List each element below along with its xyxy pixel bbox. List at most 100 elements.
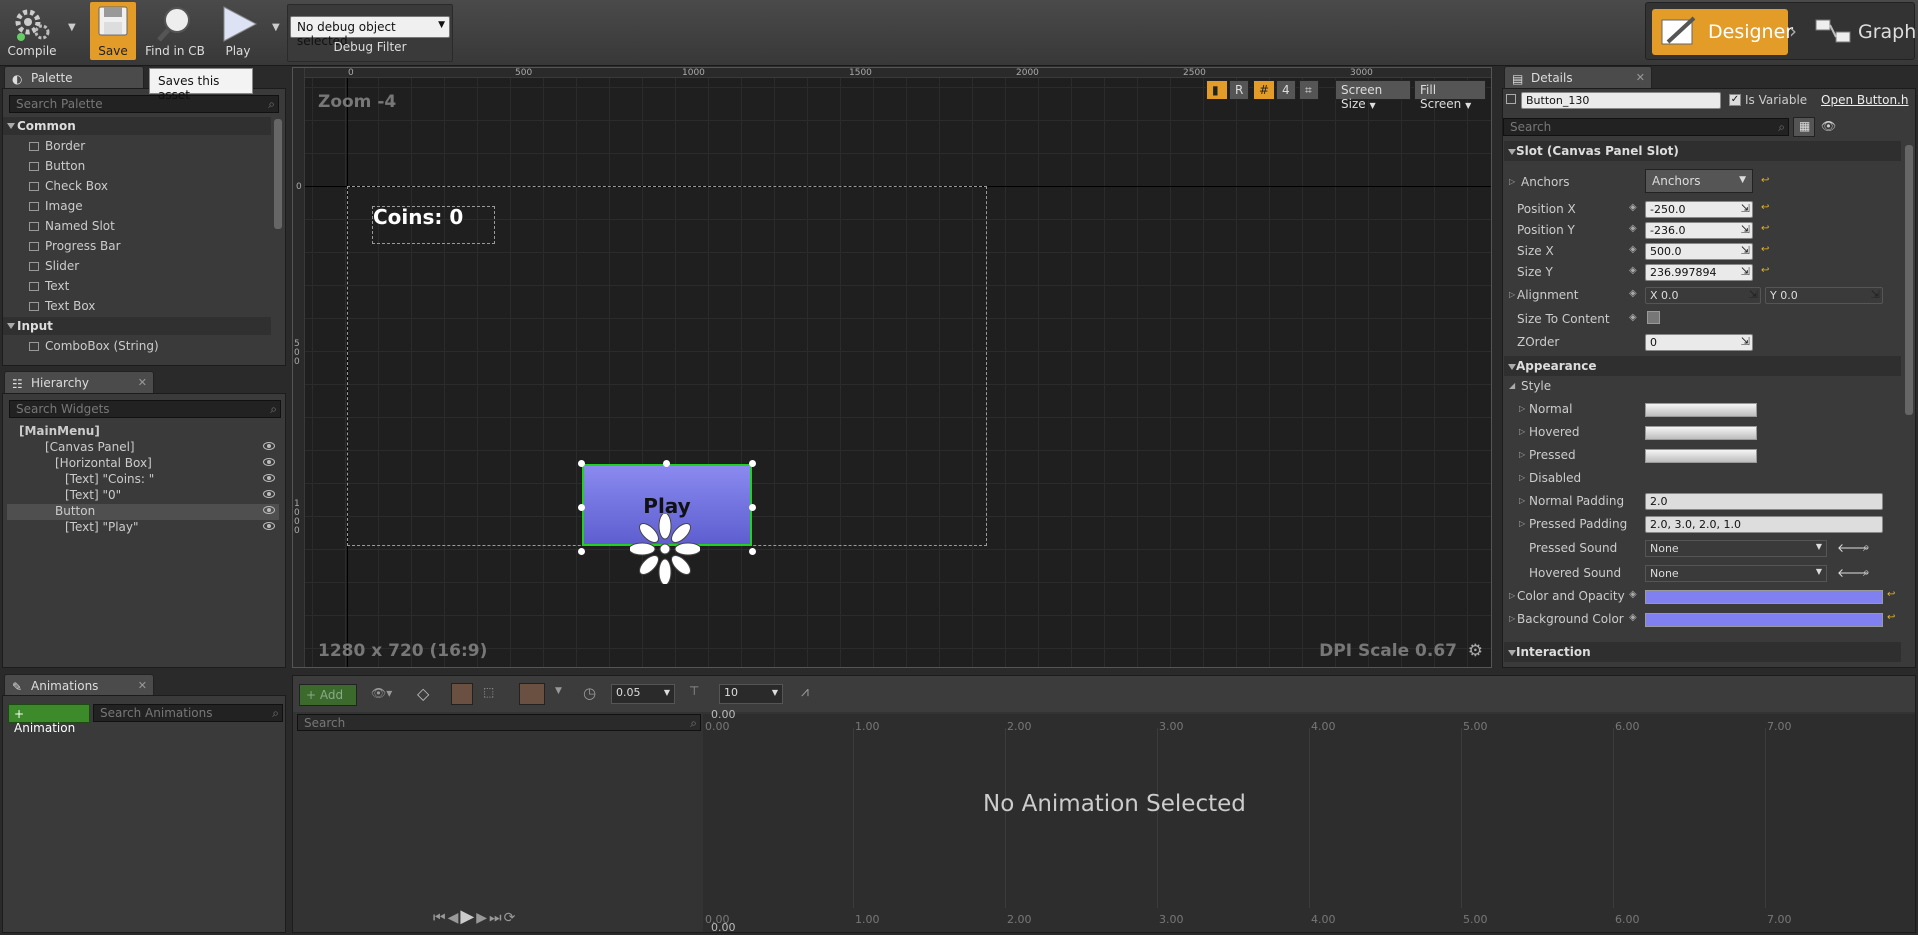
expand-arrow-icon[interactable]: ▷ [1519, 427, 1525, 436]
view-options-eye-icon[interactable]: 👁 [1821, 119, 1836, 133]
expand-arrow-icon[interactable]: ▷ [1509, 591, 1515, 600]
details-scrollbar[interactable] [1905, 145, 1913, 415]
play-icon[interactable]: ▶ [460, 906, 476, 927]
screen-size-dropdown[interactable]: Screen Size ▼ [1335, 80, 1411, 111]
palette-item-progress-bar[interactable]: Progress Bar [29, 239, 121, 253]
resize-handle[interactable] [578, 504, 585, 511]
add-animation-button[interactable]: + Animation [8, 704, 90, 735]
eye-icon[interactable] [263, 506, 275, 514]
palette-search-input[interactable]: Search Palette ⌕ [9, 95, 279, 113]
reset-icon[interactable]: ↩ [1887, 612, 1895, 623]
palette-item-text[interactable]: Text [29, 279, 69, 293]
bind-icon[interactable]: ◈ [1629, 265, 1637, 276]
respect-locks-toggle[interactable]: ⌗ [1299, 80, 1319, 100]
reset-icon[interactable]: ↩ [1761, 244, 1769, 255]
palette-item-slider[interactable]: Slider [29, 259, 79, 273]
grid-snap-value[interactable]: 4 [1276, 80, 1296, 100]
play-options-dropdown[interactable]: ▼ [272, 22, 282, 36]
palette-item-image[interactable]: Image [29, 199, 83, 213]
save-button[interactable]: Save [90, 2, 136, 60]
reset-icon[interactable]: ↩ [1761, 175, 1769, 186]
tab-animations[interactable]: ✎ Animations ✕ [4, 674, 154, 696]
pressed-padding-input[interactable]: 2.0, 3.0, 2.0, 1.0 [1645, 516, 1883, 533]
eye-icon[interactable] [263, 458, 275, 466]
fill-screen-dropdown[interactable]: Fill Screen ▼ [1414, 80, 1486, 111]
jump-start-icon[interactable]: ⏮ [433, 910, 448, 926]
color-opacity-swatch[interactable] [1645, 590, 1883, 604]
find-in-cb-button[interactable]: Find in CB [142, 2, 208, 60]
palette-item-check-box[interactable]: Check Box [29, 179, 108, 193]
alignment-y-input[interactable]: Y 0.0 [1765, 287, 1883, 304]
dpi-settings-gear-icon[interactable]: ⚙ [1468, 641, 1483, 661]
palette-item-text-box[interactable]: Text Box [29, 299, 95, 313]
palette-category-input[interactable]: Input [3, 317, 271, 335]
bind-icon[interactable]: ◈ [1629, 244, 1637, 255]
resize-handle[interactable] [578, 460, 585, 467]
grid-snap-toggle[interactable]: # [1253, 80, 1275, 100]
keyframe-diamond-icon[interactable]: ◇ [417, 684, 429, 703]
expand-arrow-icon[interactable]: ▷ [1519, 450, 1525, 459]
slot-section-header[interactable]: Slot (Canvas Panel Slot) [1504, 141, 1901, 161]
tab-hierarchy[interactable]: ☷ Hierarchy ✕ [4, 371, 154, 393]
jump-end-icon[interactable]: ⏭ [489, 910, 504, 926]
selection-icon[interactable]: ⬚ [483, 685, 494, 699]
step-forward-icon[interactable]: ▶ [476, 910, 489, 926]
normal-padding-input[interactable]: 2.0 [1645, 493, 1883, 510]
loop-icon[interactable]: ⟳ [504, 910, 518, 926]
designer-mode-button[interactable]: Designer [1652, 9, 1793, 55]
compile-button[interactable]: Compile [4, 2, 60, 60]
open-header-link[interactable]: Open Button.h [1821, 93, 1908, 107]
reset-icon[interactable]: ↩ [1887, 589, 1895, 600]
hovered-sound-dropdown[interactable]: None ▼ [1645, 565, 1827, 582]
position-y-input[interactable]: -236.0 [1645, 222, 1753, 239]
graph-mode-button[interactable]: Graph [1806, 9, 1916, 55]
tab-details[interactable]: ▤ Details ✕ [1504, 66, 1652, 88]
designer-viewport[interactable]: 0 500 1000 1500 2000 2500 3000 0 500 100… [292, 67, 1492, 668]
is-variable-checkbox[interactable]: ✓ [1729, 94, 1741, 106]
hierarchy-row-text-play[interactable]: [Text] "Play" [7, 520, 279, 536]
bind-icon[interactable]: ◈ [1629, 612, 1637, 623]
hovered-brush-swatch[interactable] [1645, 426, 1757, 440]
add-track-button[interactable]: + Add [299, 684, 357, 706]
tab-palette[interactable]: ◐ Palette [4, 66, 144, 88]
expand-arrow-icon[interactable]: ▷ [1519, 519, 1525, 528]
bind-icon[interactable]: ◈ [1629, 202, 1637, 213]
close-icon[interactable]: ✕ [138, 376, 147, 389]
debug-object-select[interactable]: No debug object selected ▼ [290, 16, 450, 48]
hierarchy-row-text-coins[interactable]: [Text] "Coins: " [7, 472, 279, 488]
eye-icon[interactable] [263, 474, 275, 482]
palette-scrollbar[interactable] [274, 119, 282, 229]
close-icon[interactable]: ✕ [1636, 71, 1645, 84]
bind-icon[interactable]: ◈ [1629, 589, 1637, 600]
browse-search-icon[interactable]: ⌕ [1863, 565, 1870, 580]
resize-handle[interactable] [749, 504, 756, 511]
layout-mode-toggle[interactable]: ▮ [1206, 80, 1228, 100]
pressed-sound-dropdown[interactable]: None ▼ [1645, 540, 1827, 557]
anchor-flower-icon[interactable] [630, 514, 700, 584]
hierarchy-row-text-zero[interactable]: [Text] "0" [7, 488, 279, 504]
time-snap-dropdown[interactable]: 0.05 ▼ [611, 684, 675, 704]
background-color-swatch[interactable] [1645, 613, 1883, 627]
anchors-dropdown[interactable]: Anchors ▼ [1645, 169, 1753, 193]
animations-search-input[interactable]: Search Animations ⌕ [93, 704, 283, 722]
eye-icon[interactable] [263, 442, 275, 450]
bind-icon[interactable]: ◈ [1629, 312, 1637, 323]
bind-icon[interactable]: ◈ [1629, 288, 1637, 299]
size-y-input[interactable]: 236.997894 [1645, 264, 1753, 281]
bind-icon[interactable]: ◈ [1629, 223, 1637, 234]
compile-options-dropdown[interactable]: ▼ [68, 22, 78, 36]
interaction-section-header[interactable]: Interaction [1504, 642, 1901, 662]
size-to-content-checkbox[interactable] [1647, 311, 1660, 324]
play-button[interactable]: Play [214, 2, 262, 60]
zorder-input[interactable]: 0 [1645, 334, 1753, 351]
palette-item-combobox[interactable]: ComboBox (String) [29, 339, 159, 353]
resize-handle[interactable] [749, 460, 756, 467]
coins-text[interactable]: Coins: 0 [373, 205, 463, 229]
track-area[interactable]: 0.00 0.00 1.00 2.00 3.00 4.00 5.00 6.00 … [703, 708, 1915, 934]
resize-handle[interactable] [749, 548, 756, 555]
reset-icon[interactable]: ↩ [1761, 223, 1769, 234]
eye-icon[interactable] [263, 522, 275, 530]
reset-icon[interactable]: ↩ [1761, 202, 1769, 213]
expand-arrow-icon[interactable]: ▷ [1509, 177, 1515, 186]
palette-item-button[interactable]: Button [29, 159, 85, 173]
